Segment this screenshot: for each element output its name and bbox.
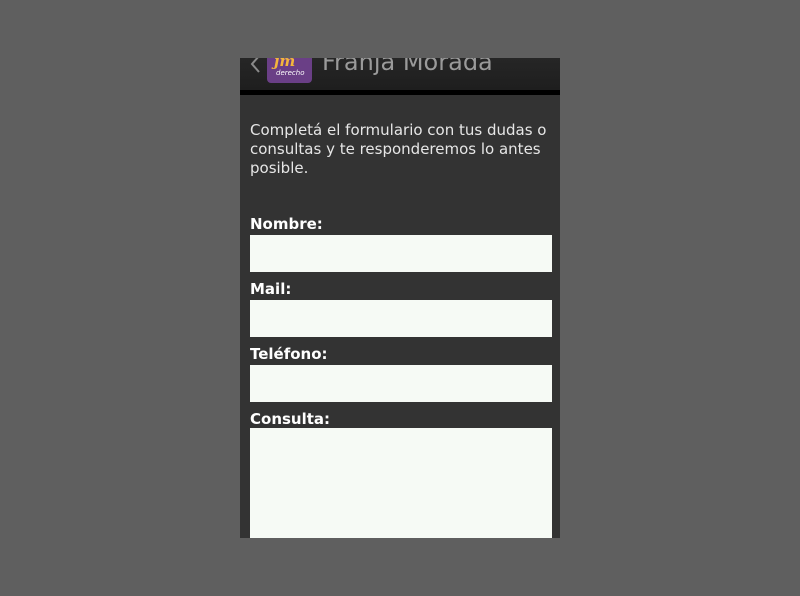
phone-field[interactable] bbox=[250, 365, 552, 402]
name-field[interactable] bbox=[250, 235, 552, 272]
mail-label: Mail: bbox=[250, 280, 292, 298]
mail-field[interactable] bbox=[250, 300, 552, 337]
action-bar-divider bbox=[240, 90, 560, 95]
logo-mark: jm bbox=[274, 58, 296, 70]
action-bar: jm derecho Franja Morada bbox=[240, 58, 560, 90]
chevron-left-icon[interactable] bbox=[248, 58, 262, 74]
query-field[interactable] bbox=[250, 428, 552, 538]
name-label: Nombre: bbox=[250, 215, 323, 233]
app-logo[interactable]: jm derecho bbox=[267, 58, 312, 83]
query-label: Consulta: bbox=[250, 410, 331, 428]
app-screen: jm derecho Franja Morada Completá el for… bbox=[240, 58, 560, 538]
logo-subtitle: derecho bbox=[276, 69, 305, 77]
intro-text: Completá el formulario con tus dudas o c… bbox=[250, 121, 547, 177]
app-title: Franja Morada bbox=[322, 58, 493, 76]
phone-label: Teléfono: bbox=[250, 345, 328, 363]
